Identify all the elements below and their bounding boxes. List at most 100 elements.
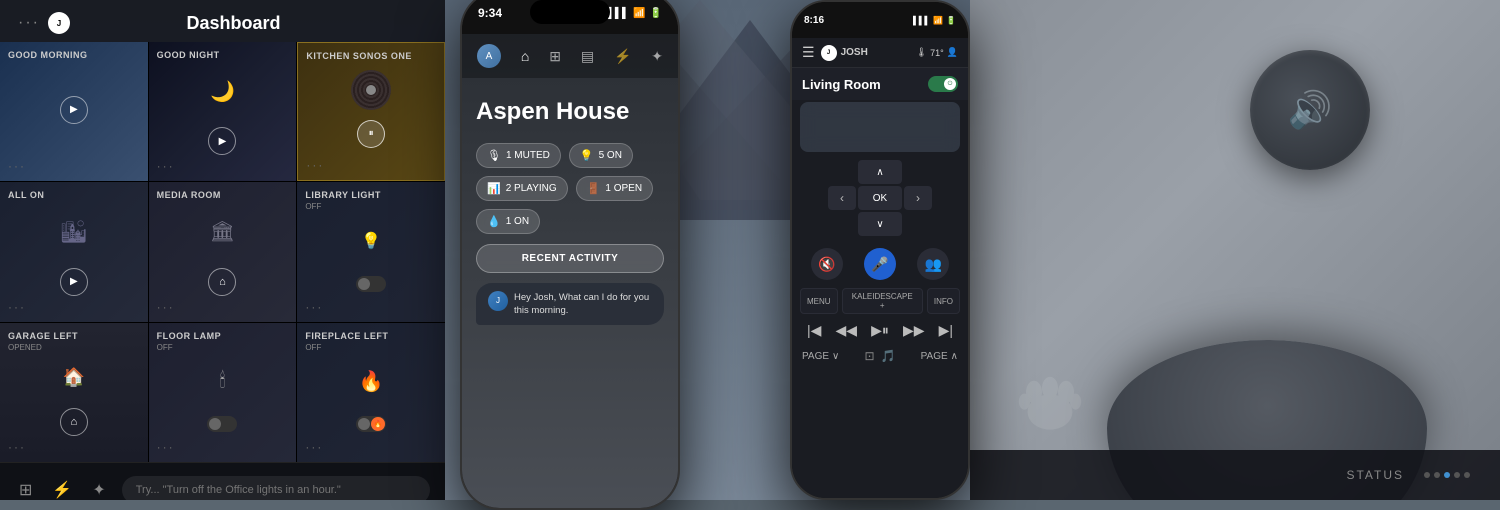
playing-stat[interactable]: 📊 2 PLAYING xyxy=(476,176,568,201)
lightning-nav-icon[interactable]: ⚡ xyxy=(48,476,76,500)
scene-item[interactable]: ALL ON 🏙 ▶ ··· xyxy=(0,182,148,321)
scene-dots: ··· xyxy=(306,158,436,172)
scene-item[interactable]: LIBRARY LIGHT OFF 💡 ··· xyxy=(297,182,445,321)
scene-nav-icon[interactable]: ✦ xyxy=(88,476,109,500)
dpad-down-button[interactable]: ∨ xyxy=(858,212,902,236)
lights-count: 5 ON xyxy=(599,150,622,161)
dpad-right-button[interactable]: › xyxy=(904,186,932,210)
play-pause-button[interactable]: ▶⏸ xyxy=(871,322,889,339)
bulb-icon: 💡 xyxy=(580,149,594,162)
lights-stat[interactable]: 💡 5 ON xyxy=(569,143,633,168)
scene-label: LIBRARY LIGHT xyxy=(305,190,437,200)
user-avatar[interactable]: A xyxy=(477,44,501,68)
scene-item[interactable]: KITCHEN SONOS ONE ⏸ ··· xyxy=(297,42,445,181)
scene-item[interactable]: FIREPLACE LEFT OFF 🔥 🔥 ··· xyxy=(297,323,445,462)
right-header-bar: ☰ J JOSH 🌡 71° 👤 xyxy=(792,38,968,68)
dpad-left-button[interactable]: ‹ xyxy=(828,186,856,210)
more-options-icon[interactable]: ··· xyxy=(18,14,40,32)
dpad-row-top: ∧ xyxy=(858,160,902,184)
room-title: Living Room xyxy=(802,77,881,92)
rewind-button[interactable]: ◀◀ xyxy=(836,322,858,339)
vinyl-record xyxy=(351,70,391,110)
home-nav-icon[interactable]: ⌂ xyxy=(521,48,529,64)
hamburger-menu-icon[interactable]: ☰ xyxy=(802,44,815,61)
content-blur-area xyxy=(800,102,960,152)
temp-icon: 🌡 xyxy=(916,47,927,58)
center-phone: 9:34 ▌▌▌ 📶 🔋 A ⌂ ⊞ ▤ ⚡ ✦ Aspen House xyxy=(460,0,680,510)
scene-home-button[interactable]: ⌂ xyxy=(60,408,88,436)
scene-label: GOOD MORNING xyxy=(8,50,140,60)
info-source-button[interactable]: INFO xyxy=(927,288,960,314)
scene-label: ALL ON xyxy=(8,190,140,200)
group-button[interactable]: 👥 xyxy=(917,248,949,280)
temp-value: 71° xyxy=(930,48,944,58)
mic-button[interactable]: 🎤 xyxy=(864,248,896,280)
room-power-toggle[interactable]: ⏻ xyxy=(928,76,958,92)
scene-item[interactable]: FLOOR LAMP OFF 🕯 ··· xyxy=(149,323,297,462)
stat-row-3: 💧 1 ON xyxy=(476,209,664,234)
dpad-ok-button[interactable]: OK xyxy=(858,186,902,210)
next-track-button[interactable]: ▶| xyxy=(939,322,953,339)
scene-sublabel: OPENED xyxy=(8,343,140,352)
status-dot-2 xyxy=(1434,472,1440,478)
muted-stat[interactable]: 🎙 1 MUTED xyxy=(476,143,561,168)
layout-nav-icon[interactable]: ▤ xyxy=(581,48,594,65)
scene-nav-icon[interactable]: ✦ xyxy=(651,48,663,65)
mute-button[interactable]: 🔇 xyxy=(811,248,843,280)
dpad-row-middle: ‹ OK › xyxy=(828,186,932,210)
scene-dots: ··· xyxy=(8,440,140,454)
room-title-bar: Living Room ⏻ xyxy=(792,68,968,100)
battery-icon: 🔋 xyxy=(650,8,662,19)
recent-activity-button[interactable]: RECENT ACTIVITY xyxy=(476,244,664,273)
josh-chat-avatar: J xyxy=(488,291,508,311)
scene-item[interactable]: GARAGE LEFT OPENED 🏠 ⌂ ··· xyxy=(0,323,148,462)
smart-speaker-button: 🔊 xyxy=(1250,50,1370,170)
scene-dots: ··· xyxy=(157,159,289,173)
grid-nav-icon[interactable]: ⊞ xyxy=(549,48,561,65)
prev-track-button[interactable]: |◀ xyxy=(807,322,821,339)
josh-badge: J JOSH xyxy=(821,45,868,61)
scene-item[interactable]: GOOD NIGHT 🌙 ▶ ··· xyxy=(149,42,297,181)
signal-icon: ▌▌▌ xyxy=(608,8,629,19)
open-stat[interactable]: 🚪 1 OPEN xyxy=(576,176,653,201)
scene-label: KITCHEN SONOS ONE xyxy=(306,51,436,61)
fireplace-toggle[interactable]: 🔥 xyxy=(356,416,386,432)
fast-forward-button[interactable]: ▶▶ xyxy=(903,322,925,339)
scene-label: FIREPLACE LEFT xyxy=(305,331,437,341)
scene-sublabel: OFF xyxy=(157,343,289,352)
light-toggle[interactable] xyxy=(356,276,386,292)
page-down-arrow: ∨ xyxy=(832,351,839,362)
mic-icon: 🎙 xyxy=(487,149,501,162)
menu-source-button[interactable]: MENU xyxy=(800,288,838,314)
scene-pause-button[interactable]: ⏸ xyxy=(357,120,385,148)
scene-home-button[interactable]: ⌂ xyxy=(208,268,236,296)
dpad-container: ∧ ‹ OK › ∨ xyxy=(792,154,968,242)
scene-item[interactable]: MEDIA ROOM 🏛 ⌂ ··· xyxy=(149,182,297,321)
phone-time: 9:34 xyxy=(478,6,502,20)
scene-play-button[interactable]: ▶ xyxy=(60,96,88,124)
right-wifi-icon: 📶 xyxy=(933,16,943,25)
scene-label: FLOOR LAMP xyxy=(157,331,289,341)
page-up-label: PAGE xyxy=(921,351,948,362)
irrigation-stat[interactable]: 💧 1 ON xyxy=(476,209,540,234)
scene-play-button[interactable]: ▶ xyxy=(208,127,236,155)
josh-logo: J xyxy=(48,12,70,34)
scene-sublabel: OFF xyxy=(305,202,437,211)
irrigation-count: 1 ON xyxy=(506,216,529,227)
stat-pills-container: 🎙 1 MUTED 💡 5 ON 📊 2 PLAYING xyxy=(476,143,664,234)
light-toggle[interactable] xyxy=(207,416,237,432)
page-down-label: PAGE xyxy=(802,351,829,362)
kaleidescape-source-button[interactable]: KALEIDESCAPE + xyxy=(842,288,923,314)
dpad-up-button[interactable]: ∧ xyxy=(858,160,902,184)
power-nav-icon[interactable]: ⚡ xyxy=(614,48,631,65)
scene-dots: ··· xyxy=(8,300,140,314)
phone-app-content: A ⌂ ⊞ ▤ ⚡ ✦ Aspen House 🎙 1 MUTED xyxy=(462,34,678,508)
scene-play-button[interactable]: ▶ xyxy=(60,268,88,296)
scene-item[interactable]: GOOD MORNING ▶ ··· xyxy=(0,42,148,181)
page-up-button[interactable]: PAGE ∧ xyxy=(921,351,958,362)
page-down-button[interactable]: PAGE ∨ xyxy=(802,351,839,362)
voice-input[interactable] xyxy=(122,476,430,500)
scene-sublabel: OFF xyxy=(305,343,437,352)
scene-dots: ··· xyxy=(157,300,289,314)
grid-nav-icon[interactable]: ⊞ xyxy=(15,476,36,500)
